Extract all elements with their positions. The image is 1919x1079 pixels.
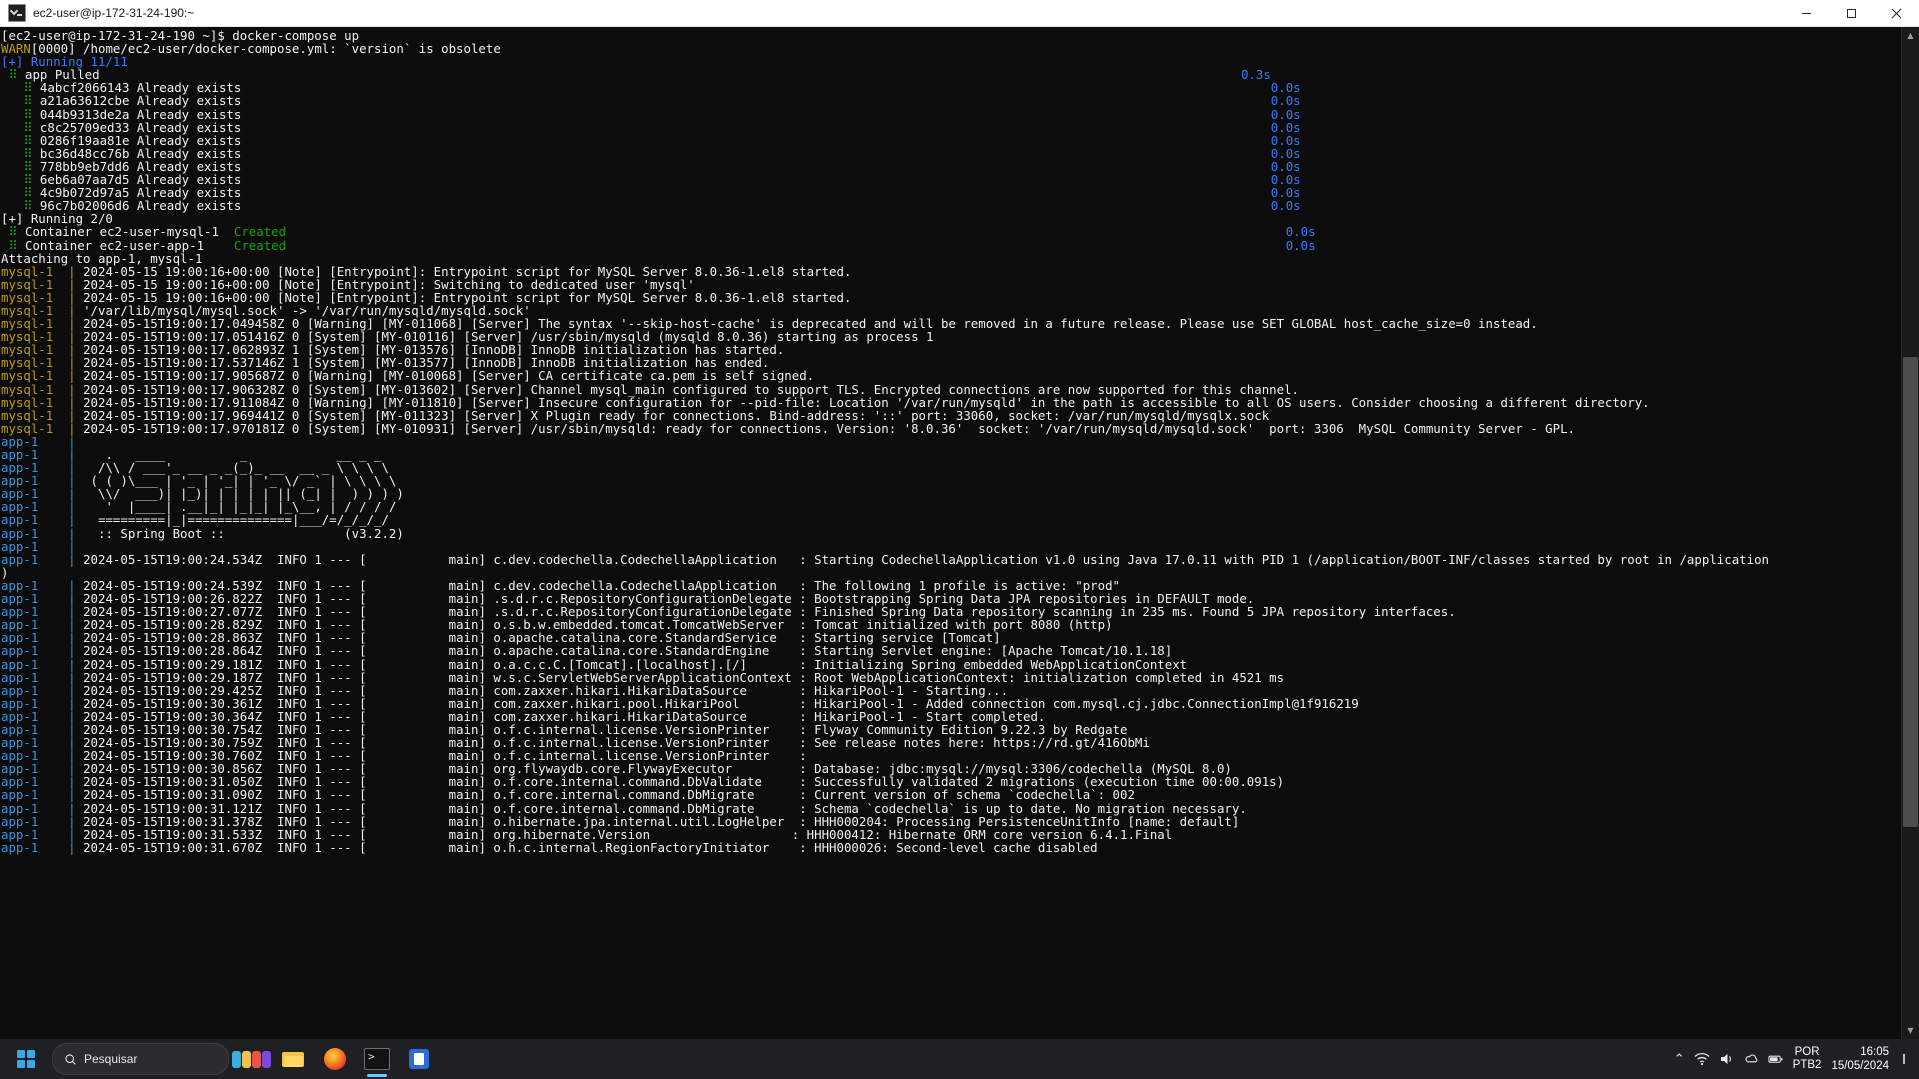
terminal-line: app-1 | :: Spring Boot :: (v3.2.2): [1, 527, 1901, 540]
scroll-up-arrow[interactable]: ▲: [1902, 27, 1919, 44]
minimize-button[interactable]: [1784, 0, 1829, 26]
language-indicator[interactable]: POR PTB2: [1789, 1046, 1826, 1072]
active-window-indicator: [367, 1074, 387, 1077]
volume-icon[interactable]: [1719, 1052, 1735, 1066]
taskbar-search-label: Pesquisar: [84, 1052, 138, 1066]
tray-chevron-up-icon[interactable]: ⌃: [1674, 1051, 1685, 1067]
terminal-text: 2024-05-15T19:00:24.534Z INFO 1 --- [ ma…: [83, 551, 1769, 567]
taskbar-item-terminal[interactable]: [357, 1039, 397, 1079]
firefox-icon: [324, 1048, 346, 1070]
language-bottom: PTB2: [1792, 1059, 1822, 1071]
terminal-text: |: [38, 839, 84, 855]
terminal-taskbar-icon: [364, 1048, 390, 1070]
windows-taskbar: Pesquisar > ⌃ POR PTB2 16:05 15/05/2024: [0, 1039, 1919, 1079]
tray-icon-group: ⌃: [1674, 1051, 1783, 1067]
taskbar-left-group: Pesquisar: [0, 1039, 439, 1079]
terminal-text: 2024-05-15T19:00:31.670Z INFO 1 --- [ ma…: [83, 839, 1098, 855]
terminal-output[interactable]: [ec2-user@ip-172-31-24-190 ~]$ docker-co…: [0, 27, 1901, 1039]
terminal-line: ⠿ Container ec2-user-app-1 Created 0.0s: [1, 237, 1901, 253]
window-title-left: ec2-user@ip-172-31-24-190:~: [0, 4, 1784, 22]
taskbar-item-firefox[interactable]: [315, 1039, 355, 1079]
taskbar-search-box[interactable]: Pesquisar: [52, 1043, 229, 1075]
terminal-text: Created: [233, 237, 287, 253]
terminal-window[interactable]: [ec2-user@ip-172-31-24-190 ~]$ docker-co…: [0, 27, 1919, 1039]
file-explorer-icon: [282, 1050, 304, 1068]
terminal-text: 2024-05-15T19:00:17.970181Z 0 [System] […: [83, 420, 1576, 436]
windows-logo-icon: [17, 1050, 35, 1068]
search-icon: [65, 1053, 76, 1065]
terminal-text: app-1: [1, 839, 39, 855]
terminal-line: app-1 | 2024-05-15T19:00:24.534Z INFO 1 …: [1, 553, 1901, 566]
scrollbar-thumb[interactable]: [1903, 357, 1918, 827]
terminal-text: :: Spring Boot :: (v3.2.2): [83, 525, 404, 541]
system-tray: ⌃ POR PTB2 16:05 15/05/2024: [1674, 1039, 1919, 1079]
wifi-icon[interactable]: [1694, 1052, 1710, 1066]
notification-center-button[interactable]: [1899, 1047, 1909, 1071]
clock-time: 16:05: [1860, 1046, 1889, 1058]
terminal-text: |: [38, 551, 84, 567]
blue-app-icon: [409, 1049, 429, 1069]
terminal-text: 0.0s: [241, 198, 1301, 214]
start-button[interactable]: [6, 1039, 46, 1079]
battery-icon[interactable]: [1768, 1052, 1783, 1066]
terminal-line: app-1 | 2024-05-15T19:00:31.670Z INFO 1 …: [1, 841, 1901, 854]
terminal-line: ⠿ 96c7b02006d6 Already exists 0.0s: [1, 199, 1901, 212]
desktop-root: ec2-user@ip-172-31-24-190:~ [ec2-user@ip…: [0, 0, 1919, 1079]
terminal-text: 0.0s: [286, 237, 1316, 253]
taskbar-item-file-explorer[interactable]: [273, 1039, 313, 1079]
clock[interactable]: 16:05 15/05/2024: [1831, 1045, 1893, 1073]
window-controls: [1784, 0, 1919, 26]
hands-icon: [231, 1050, 271, 1068]
maximize-button[interactable]: [1829, 0, 1874, 26]
onedrive-icon[interactable]: [1744, 1052, 1759, 1066]
terminal-line: mysql-1 | 2024-05-15T19:00:17.970181Z 0 …: [1, 422, 1901, 435]
taskbar-item-blue-app[interactable]: [399, 1039, 439, 1079]
terminal-icon: [8, 4, 26, 22]
close-button[interactable]: [1874, 0, 1919, 26]
window-title-bar[interactable]: ec2-user@ip-172-31-24-190:~: [0, 0, 1919, 27]
clock-date: 15/05/2024: [1831, 1060, 1889, 1072]
window-title-text: ec2-user@ip-172-31-24-190:~: [33, 6, 195, 20]
terminal-scrollbar[interactable]: ▲ ▼: [1901, 27, 1919, 1039]
language-top: POR: [1794, 1046, 1820, 1058]
taskbar-item-hands-app[interactable]: [231, 1039, 271, 1079]
terminal-line: WARN[0000] /home/ec2-user/docker-compose…: [1, 42, 1901, 55]
scroll-down-arrow[interactable]: ▼: [1902, 1022, 1919, 1039]
